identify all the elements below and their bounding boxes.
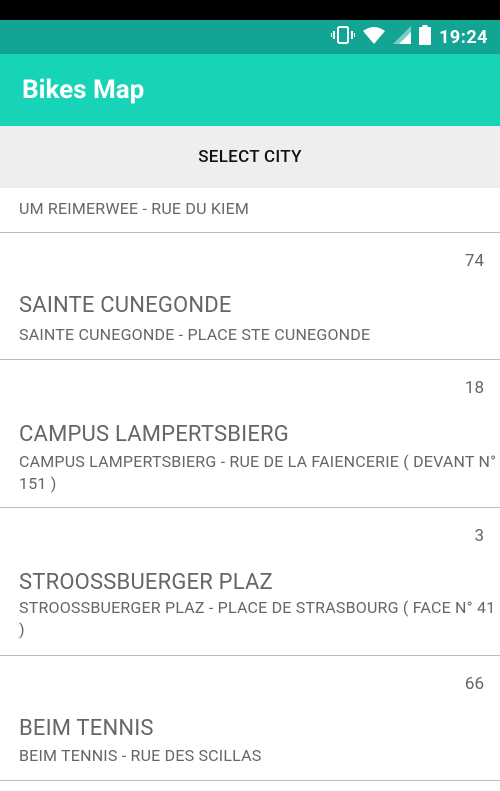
- station-address: CAMPUS LAMPERTSBIERG - RUE DE LA FAIENCE…: [19, 452, 497, 493]
- station-address: BEIM TENNIS - RUE DES SCILLAS: [19, 746, 262, 765]
- station-name: CAMPUS LAMPERTSBIERG: [19, 422, 289, 447]
- list-item[interactable]: 18 CAMPUS LAMPERTSBIERG CAMPUS LAMPERTSB…: [0, 360, 500, 508]
- top-black-bar: [0, 0, 500, 20]
- status-bar: 19:24: [0, 20, 500, 54]
- list-item-partial[interactable]: UM REIMERWEE - RUE DU KIEM: [0, 188, 500, 233]
- signal-icon: [393, 26, 412, 48]
- station-name: STROOSSBUERGER PLAZ: [19, 570, 273, 595]
- app-title: Bikes Map: [22, 75, 145, 105]
- bike-count: 66: [464, 674, 484, 694]
- station-address: SAINTE CUNEGONDE - PLACE STE CUNEGONDE: [19, 325, 371, 344]
- station-name: SAINTE CUNEGONDE: [19, 293, 232, 318]
- list-item[interactable]: 74 SAINTE CUNEGONDE SAINTE CUNEGONDE - P…: [0, 233, 500, 360]
- station-address: STROOSSBUERGER PLAZ - PLACE DE STRASBOUR…: [19, 598, 496, 639]
- wifi-icon: [363, 26, 386, 48]
- battery-icon: [419, 25, 432, 49]
- station-name: BEIM TENNIS: [19, 716, 154, 741]
- bike-count: 18: [464, 378, 484, 398]
- vibrate-icon: [330, 25, 357, 49]
- station-address: UM REIMERWEE - RUE DU KIEM: [19, 199, 250, 218]
- app-bar: Bikes Map: [0, 54, 500, 126]
- list-item[interactable]: 3 STROOSSBUERGER PLAZ STROOSSBUERGER PLA…: [0, 508, 500, 656]
- bike-count: 74: [464, 251, 484, 271]
- select-city-button[interactable]: SELECT CITY: [0, 126, 500, 188]
- list-item[interactable]: 66 BEIM TENNIS BEIM TENNIS - RUE DES SCI…: [0, 656, 500, 781]
- station-list[interactable]: UM REIMERWEE - RUE DU KIEM 74 SAINTE CUN…: [0, 188, 500, 791]
- status-time: 19:24: [439, 26, 488, 48]
- bike-count: 3: [474, 526, 484, 546]
- status-icons: 19:24: [330, 20, 488, 54]
